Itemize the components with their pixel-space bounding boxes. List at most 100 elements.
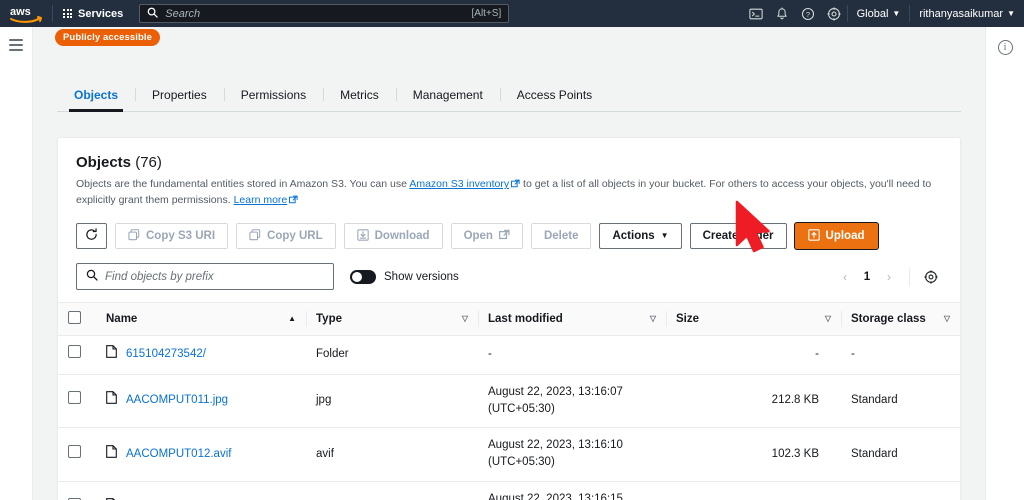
row-select-cell — [58, 481, 96, 500]
row-name-cell: AACOMPUT011.jpg — [96, 374, 306, 429]
tab-objects[interactable]: Objects — [57, 82, 135, 112]
select-all-checkbox[interactable] — [68, 311, 81, 325]
page-next-button[interactable]: › — [879, 266, 899, 288]
tab-label: Properties — [152, 88, 207, 102]
tab-properties[interactable]: Properties — [135, 82, 224, 111]
cloudshell-icon[interactable] — [743, 0, 769, 27]
row-checkbox[interactable] — [68, 391, 81, 405]
search-input[interactable] — [105, 270, 324, 283]
table-row[interactable]: 615104273542/ Folder - - - — [58, 335, 960, 375]
row-modified-cell: - — [478, 335, 666, 375]
row-storage-class-cell: - — [841, 335, 960, 375]
button-label: Actions — [612, 230, 655, 243]
table-body: 615104273542/ Folder - - - AACOMPUT011.j… — [58, 335, 960, 500]
card-header: Objects (76) Objects are the fundamental… — [58, 138, 960, 209]
objects-title: Objects — [76, 154, 132, 171]
bucket-tabs: Objects Properties Permissions Metrics M… — [57, 82, 961, 112]
row-checkbox[interactable] — [68, 444, 81, 458]
open-button[interactable]: Open — [450, 223, 523, 250]
folder-icon — [106, 345, 117, 364]
download-button[interactable]: Download — [343, 223, 443, 250]
tab-management[interactable]: Management — [395, 82, 500, 111]
sort-icon: ▽ — [943, 314, 950, 324]
amazon-s3-inventory-link[interactable]: Amazon S3 inventory — [409, 178, 509, 190]
row-select-cell — [58, 335, 96, 375]
tab-metrics[interactable]: Metrics — [323, 82, 396, 111]
tab-access-points[interactable]: Access Points — [499, 82, 609, 111]
objects-card: Objects (76) Objects are the fundamental… — [57, 137, 961, 500]
select-all-header — [58, 302, 96, 337]
table-row[interactable]: AACOMPUT013.jpg jpg August 22, 2023, 13:… — [58, 481, 960, 500]
row-select-cell — [58, 427, 96, 482]
page-title: Objects (76) — [76, 154, 942, 171]
sort-icon: ▽ — [824, 314, 831, 324]
column-header-last-modified[interactable]: Last modified ▽ — [478, 302, 666, 337]
copy-url-button[interactable]: Copy URL — [236, 223, 336, 250]
left-navigation-rail — [0, 27, 33, 500]
status-badge: Publicly accessible — [55, 29, 161, 46]
services-menu-button[interactable]: Services — [53, 0, 133, 27]
create-folder-button[interactable]: Create folder — [689, 223, 787, 250]
actions-dropdown-button[interactable]: Actions ▼ — [599, 223, 682, 250]
row-storage-class-cell: Standard — [841, 481, 960, 500]
delete-button[interactable]: Delete — [530, 223, 592, 250]
column-header-name[interactable]: Name ▲ — [96, 302, 306, 337]
tab-permissions[interactable]: Permissions — [223, 82, 323, 111]
object-link[interactable]: AACOMPUT012.avif — [126, 446, 231, 463]
size-value: 102.3 KB — [771, 447, 819, 460]
object-link[interactable]: 615104273542/ — [126, 346, 206, 363]
global-search[interactable]: [Alt+S] — [139, 4, 510, 23]
chevron-down-icon: ▼ — [660, 231, 669, 241]
file-icon — [106, 444, 117, 464]
row-size-cell: - — [666, 335, 841, 375]
row-modified-cell: August 22, 2023, 13:16:15 (UTC+05:30) — [478, 481, 666, 500]
objects-toolbar: Copy S3 URI Copy URL Download Open Delet… — [58, 209, 960, 250]
copy-s3-uri-button[interactable]: Copy S3 URI — [115, 223, 229, 250]
account-menu[interactable]: rithanyasaikumar ▼ — [910, 0, 1024, 27]
region-selector[interactable]: Global ▼ — [848, 0, 910, 27]
sort-icon: ▽ — [649, 314, 656, 324]
file-icon — [106, 391, 117, 410]
row-size-cell: 106.6 KB — [666, 481, 841, 500]
settings-gear-icon[interactable] — [821, 0, 847, 27]
column-header-size[interactable]: Size ▽ — [666, 302, 841, 337]
toggle-switch[interactable] — [350, 269, 376, 284]
button-label: Copy URL — [267, 230, 323, 243]
row-size-cell: 212.8 KB — [666, 374, 841, 429]
help-question-icon[interactable]: ? — [795, 0, 821, 27]
upload-button[interactable]: Upload — [794, 223, 878, 250]
notifications-bell-icon[interactable] — [769, 0, 795, 27]
modified-date: August 22, 2023, 13:16:15 — [488, 492, 623, 500]
refresh-button[interactable] — [76, 223, 107, 250]
row-modified-cell: August 22, 2023, 13:16:07 (UTC+05:30) — [478, 374, 666, 429]
row-checkbox[interactable] — [68, 345, 81, 359]
tab-label: Objects — [74, 88, 119, 102]
button-label: Copy S3 URI — [146, 230, 216, 243]
show-versions-toggle[interactable]: Show versions — [350, 269, 459, 284]
page-number-1[interactable]: 1 — [857, 266, 877, 288]
objects-filter-row: Show versions ‹ 1 › — [58, 249, 960, 291]
learn-more-link[interactable]: Learn more — [234, 194, 288, 206]
table-preferences-gear-icon[interactable] — [920, 266, 942, 288]
page-prev-button[interactable]: ‹ — [835, 266, 855, 288]
modified-timezone: (UTC+05:30) — [488, 456, 555, 469]
hamburger-menu-icon[interactable] — [9, 39, 23, 54]
modified-date: August 22, 2023, 13:16:10 — [488, 439, 623, 452]
column-header-storage-class[interactable]: Storage class ▽ — [841, 302, 960, 337]
table-row[interactable]: AACOMPUT011.jpg jpg August 22, 2023, 13:… — [58, 374, 960, 429]
prefix-search-box[interactable] — [76, 263, 334, 291]
tab-label: Metrics — [340, 88, 379, 102]
pager-divider — [909, 267, 910, 286]
search-input[interactable] — [165, 7, 465, 20]
button-label: Open — [463, 230, 493, 243]
aws-logo[interactable]: aws — [0, 0, 52, 27]
row-modified-cell: August 22, 2023, 13:16:10 (UTC+05:30) — [478, 427, 666, 482]
row-size-cell: 102.3 KB — [666, 427, 841, 482]
table-header: Name ▲ Type ▽ Last modified ▽ Size ▽ Sto… — [58, 302, 960, 337]
column-header-type[interactable]: Type ▽ — [306, 302, 478, 337]
row-type-cell: jpg — [306, 481, 478, 500]
info-icon[interactable]: i — [997, 40, 1013, 55]
object-link[interactable]: AACOMPUT011.jpg — [126, 392, 228, 409]
table-row[interactable]: AACOMPUT012.avif avif August 22, 2023, 1… — [58, 427, 960, 482]
external-link-icon — [499, 229, 510, 243]
